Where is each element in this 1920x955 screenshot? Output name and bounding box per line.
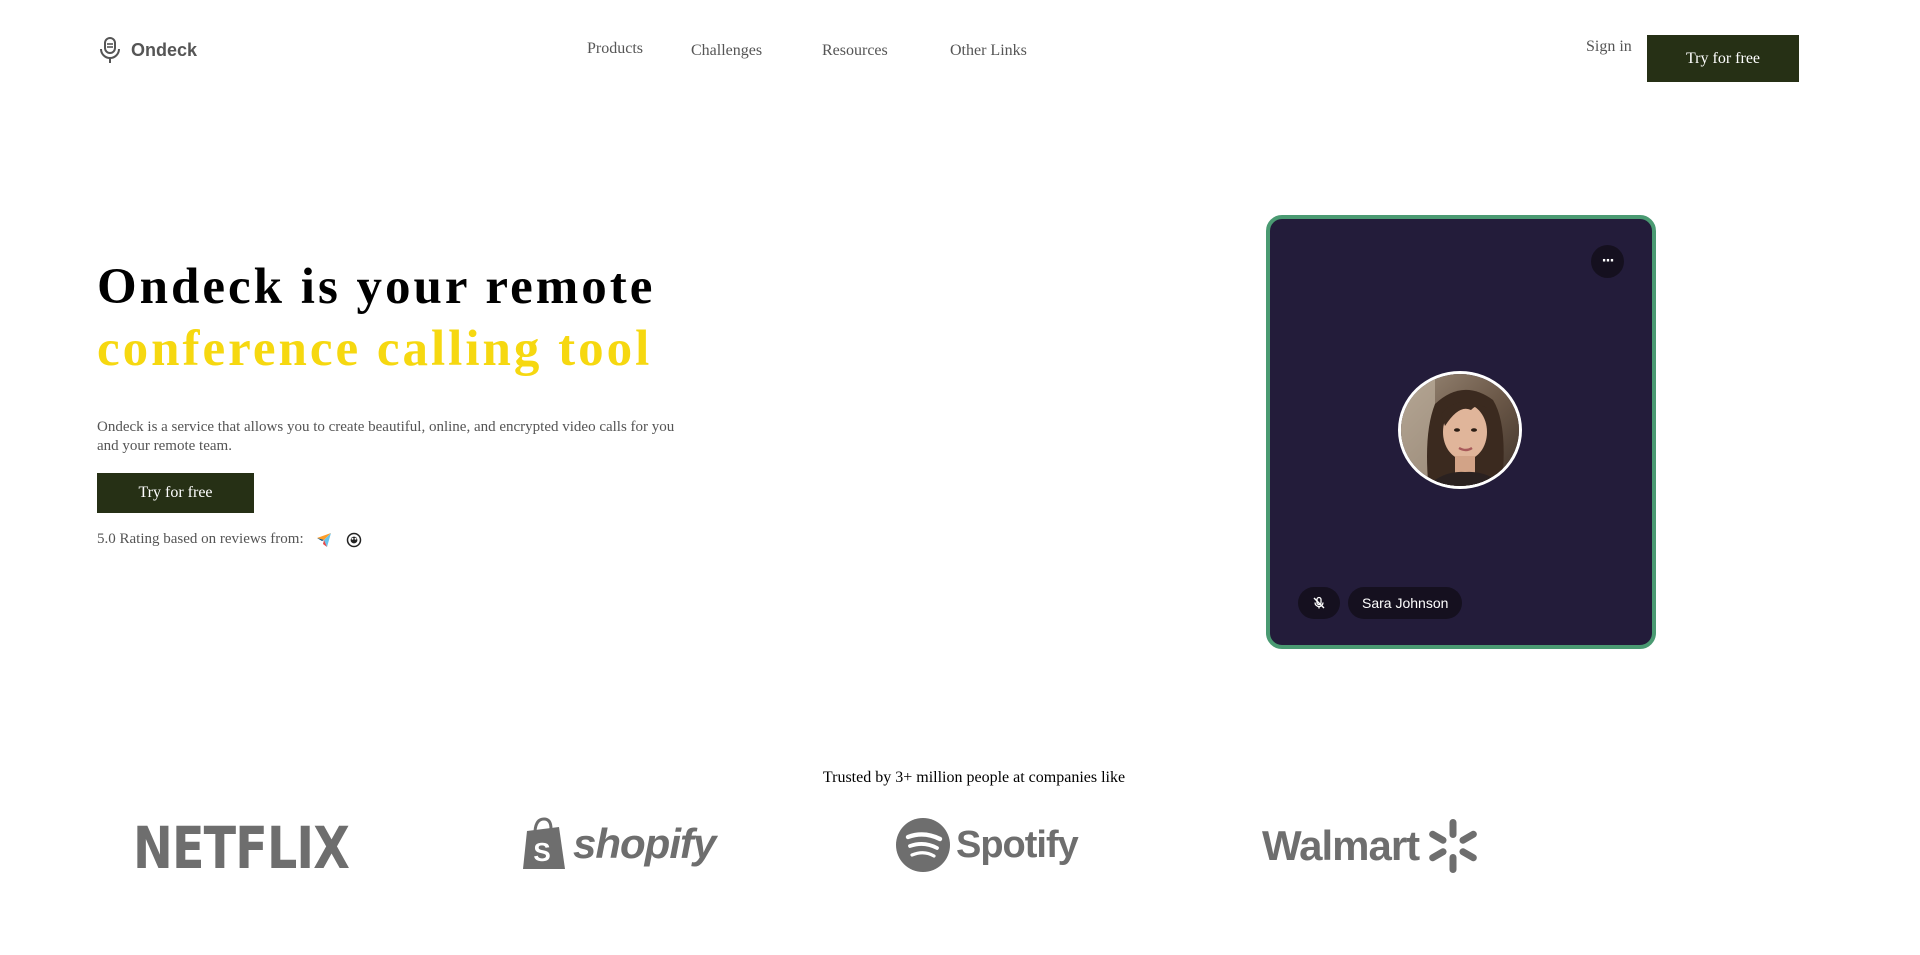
more-options-button[interactable]: ··· <box>1591 245 1624 278</box>
microphone-off-icon <box>1313 596 1325 609</box>
spotify-circle-icon <box>896 818 950 872</box>
hero-title-line-2: conference calling tool <box>97 321 653 377</box>
netflix-logo: NETFLIX <box>133 814 397 882</box>
participant-photo <box>1401 374 1519 486</box>
nav-products[interactable]: Products <box>587 40 643 58</box>
spotify-logo: Spotify <box>896 818 1079 872</box>
rating-icons <box>316 532 362 548</box>
hero-title-line-1: Ondeck is your remote <box>97 259 656 315</box>
capterra-icon[interactable] <box>316 532 332 548</box>
producthunt-icon[interactable] <box>346 532 362 548</box>
participant-avatar <box>1398 371 1522 489</box>
logo-text: Ondeck <box>131 39 198 60</box>
shopify-logo: S shopify <box>521 817 716 871</box>
video-call-card: ··· Sara Johnson <box>1266 215 1656 649</box>
sign-in-link[interactable]: Sign in <box>1586 38 1632 56</box>
rating-text: 5.0 Rating based on reviews from: <box>97 531 304 547</box>
hero-title: Ondeck is your remote conference calling… <box>97 256 655 380</box>
svg-text:S: S <box>533 837 550 867</box>
header-try-free-button[interactable]: Try for free <box>1647 35 1799 82</box>
shopify-bag-icon: S <box>523 817 565 869</box>
netflix-logo-text: NETFLIX <box>133 814 350 882</box>
nav-challenges[interactable]: Challenges <box>691 42 762 60</box>
site-header: Ondeck Products Challenges Resources Oth… <box>0 0 1920 100</box>
nav-other-links[interactable]: Other Links <box>950 42 1027 60</box>
logo[interactable]: Ondeck <box>98 36 197 64</box>
walmart-logo: Walmart <box>1262 819 1479 873</box>
rating-row: 5.0 Rating based on reviews from: <box>97 531 362 548</box>
participant-name-tag: Sara Johnson <box>1348 587 1463 619</box>
mute-toggle-button[interactable] <box>1298 587 1340 619</box>
walmart-spark-icon <box>1429 819 1478 873</box>
hero-description: Ondeck is a service that allows you to c… <box>97 419 675 454</box>
shopify-logo-text: shopify <box>573 820 716 867</box>
nav-resources[interactable]: Resources <box>822 42 888 60</box>
walmart-logo-text: Walmart <box>1262 822 1420 869</box>
spotify-logo-text: Spotify <box>956 823 1079 866</box>
hero-try-free-button[interactable]: Try for free <box>97 473 254 513</box>
microphone-icon <box>100 37 120 63</box>
trusted-text: Trusted by 3+ million people at companie… <box>822 769 1126 786</box>
